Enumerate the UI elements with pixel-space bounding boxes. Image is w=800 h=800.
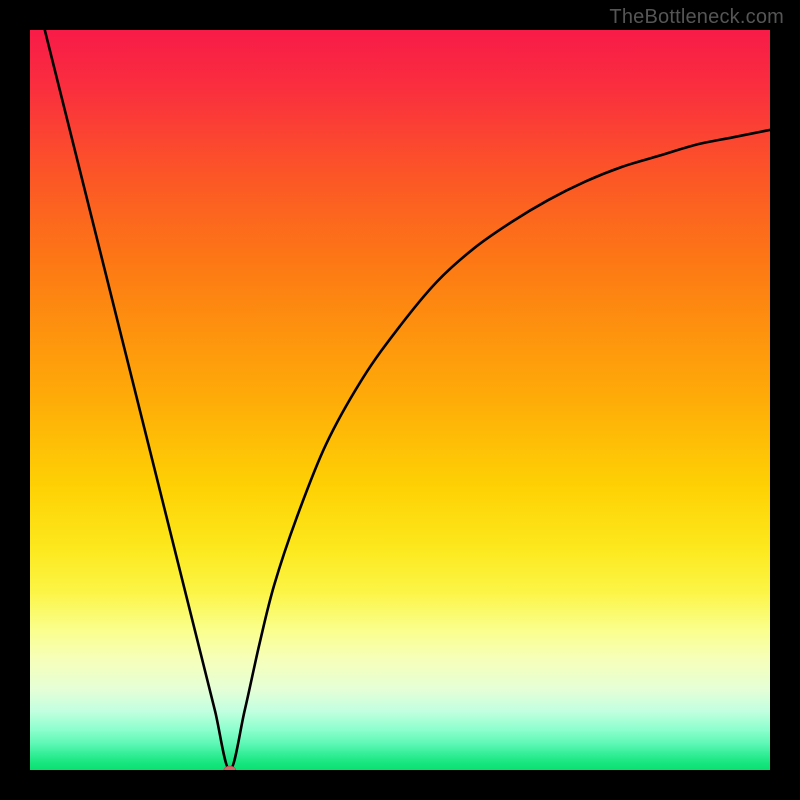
bottleneck-curve [45, 30, 770, 770]
chart-frame: TheBottleneck.com [0, 0, 800, 800]
watermark-text: TheBottleneck.com [609, 6, 784, 29]
plot-area [30, 30, 770, 770]
curve-svg [30, 30, 770, 770]
minimum-marker [224, 766, 236, 770]
